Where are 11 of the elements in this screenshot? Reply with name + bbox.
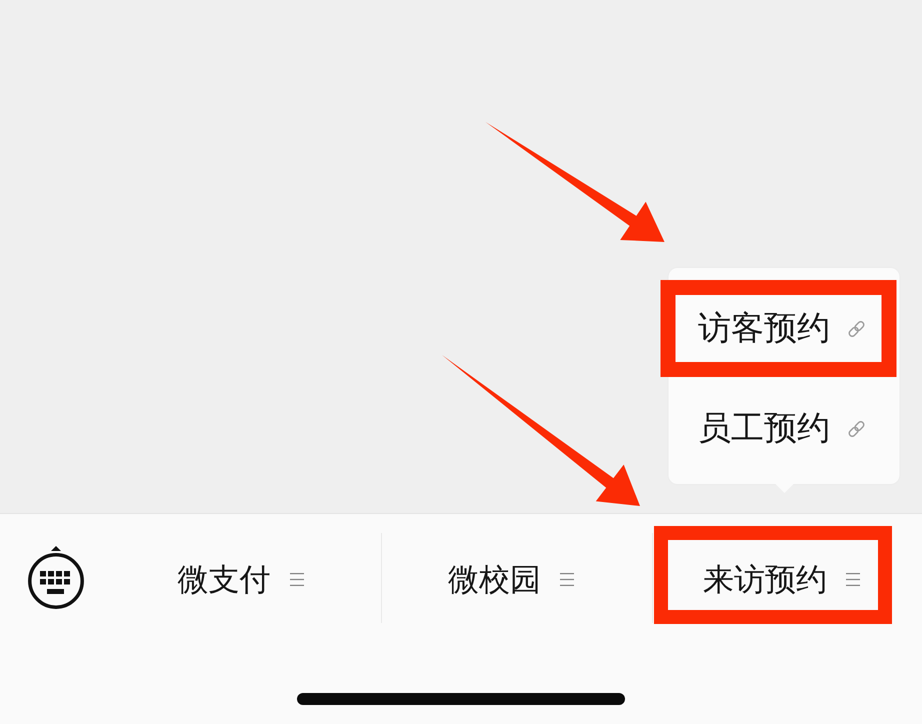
keyboard-icon[interactable] [27,546,85,610]
menu-item[interactable]: 来访预约 [702,540,860,610]
menu-icon [560,573,574,586]
menu-item[interactable]: 微支付 [178,540,304,610]
menu-icon [846,573,860,586]
link-icon [846,418,867,438]
menu-item[interactable]: 员工预约 [676,395,882,462]
menu-icon [290,573,304,586]
menu-item[interactable]: 访客预约 [676,295,882,362]
menu-item[interactable]: 微校园 [448,540,574,610]
link-icon [846,318,867,338]
